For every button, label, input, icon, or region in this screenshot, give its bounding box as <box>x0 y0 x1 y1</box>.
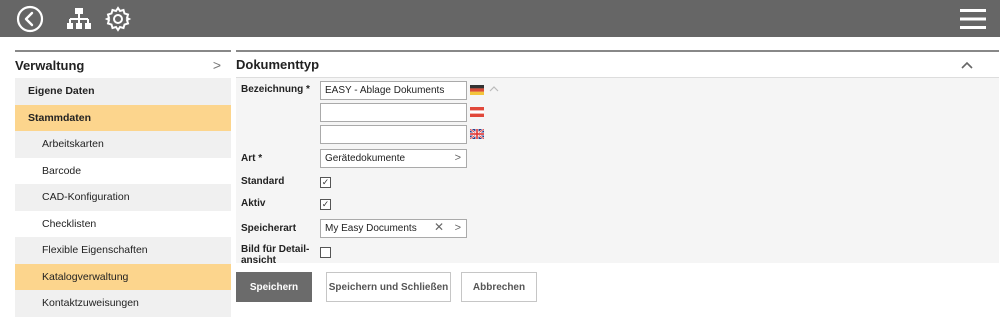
art-label: Art * <box>241 153 263 164</box>
hamburger-menu-icon[interactable] <box>960 8 986 30</box>
sidebar-item-katalogverwaltung[interactable]: Katalogverwaltung <box>15 263 231 290</box>
chevron-up-icon[interactable] <box>961 61 973 69</box>
art-select[interactable]: Gerätedokumente > <box>320 149 467 168</box>
aktiv-checkbox[interactable]: ✓ <box>320 199 331 210</box>
top-bar <box>0 0 1000 37</box>
standard-label: Standard <box>241 176 285 187</box>
bild-label-line2: ansicht <box>241 255 277 266</box>
sidebar: Verwaltung > Eigene Daten Stammdaten Arb… <box>15 50 231 317</box>
back-circle-icon[interactable] <box>16 5 44 33</box>
sidebar-item-arbeitskarten[interactable]: Arbeitskarten <box>15 131 231 158</box>
cancel-button[interactable]: Abbrechen <box>461 272 537 302</box>
chevron-right-icon[interactable]: > <box>455 222 461 235</box>
clear-icon[interactable]: ✕ <box>434 221 444 234</box>
speicherart-value: My Easy Documents <box>325 223 417 234</box>
sidebar-item-kontaktzuweisungen[interactable]: Kontaktzuweisungen <box>15 290 231 317</box>
bezeichnung-en-input[interactable] <box>320 125 467 144</box>
sidebar-item-cad-konfiguration[interactable]: CAD-Konfiguration <box>15 184 231 211</box>
save-button[interactable]: Speichern <box>236 272 312 302</box>
art-value: Gerätedokumente <box>325 153 406 164</box>
speicherart-select[interactable]: My Easy Documents ✕ > <box>320 219 467 238</box>
section-header[interactable]: Dokumenttyp <box>236 50 999 78</box>
bild-detailansicht-checkbox[interactable] <box>320 247 331 258</box>
bezeichnung-at-input[interactable] <box>320 103 467 122</box>
page-title: Dokumenttyp <box>236 57 320 72</box>
standard-checkbox[interactable]: ✓ <box>320 177 331 188</box>
bild-detailansicht-label: Bild für Detail- ansicht <box>241 244 309 266</box>
save-and-close-button[interactable]: Speichern und Schließen <box>326 272 451 302</box>
chevron-right-icon[interactable]: > <box>213 57 221 73</box>
bezeichnung-de-input[interactable]: EASY - Ablage Dokuments <box>320 81 467 100</box>
speicherart-label: Speicherart <box>241 223 297 234</box>
sidebar-item-stammdaten[interactable]: Stammdaten <box>15 104 231 131</box>
sidebar-item-eigene-daten[interactable]: Eigene Daten <box>15 78 231 105</box>
chevron-right-icon[interactable]: > <box>455 152 461 165</box>
undo-icon[interactable] <box>489 85 499 93</box>
aktiv-label: Aktiv <box>241 198 266 209</box>
gear-icon[interactable] <box>104 5 132 33</box>
sidebar-item-barcode[interactable]: Barcode <box>15 157 231 184</box>
german-flag-icon[interactable] <box>470 85 484 95</box>
sidebar-title: Verwaltung <box>15 57 85 73</box>
sidebar-item-flexible-eigenschaften[interactable]: Flexible Eigenschaften <box>15 237 231 264</box>
bezeichnung-label: Bezeichnung * <box>241 84 310 95</box>
uk-flag-icon[interactable] <box>470 129 484 139</box>
sitemap-icon[interactable] <box>65 5 93 33</box>
austrian-flag-icon[interactable] <box>470 107 484 117</box>
sidebar-item-checklisten[interactable]: Checklisten <box>15 210 231 237</box>
sidebar-header[interactable]: Verwaltung > <box>15 50 231 78</box>
main-panel: Dokumenttyp Bezeichnung * EASY - Ablage … <box>236 50 999 266</box>
bild-label-line1: Bild für Detail- <box>241 244 310 255</box>
document-type-form: Bezeichnung * EASY - Ablage Dokuments Ar… <box>236 78 999 266</box>
